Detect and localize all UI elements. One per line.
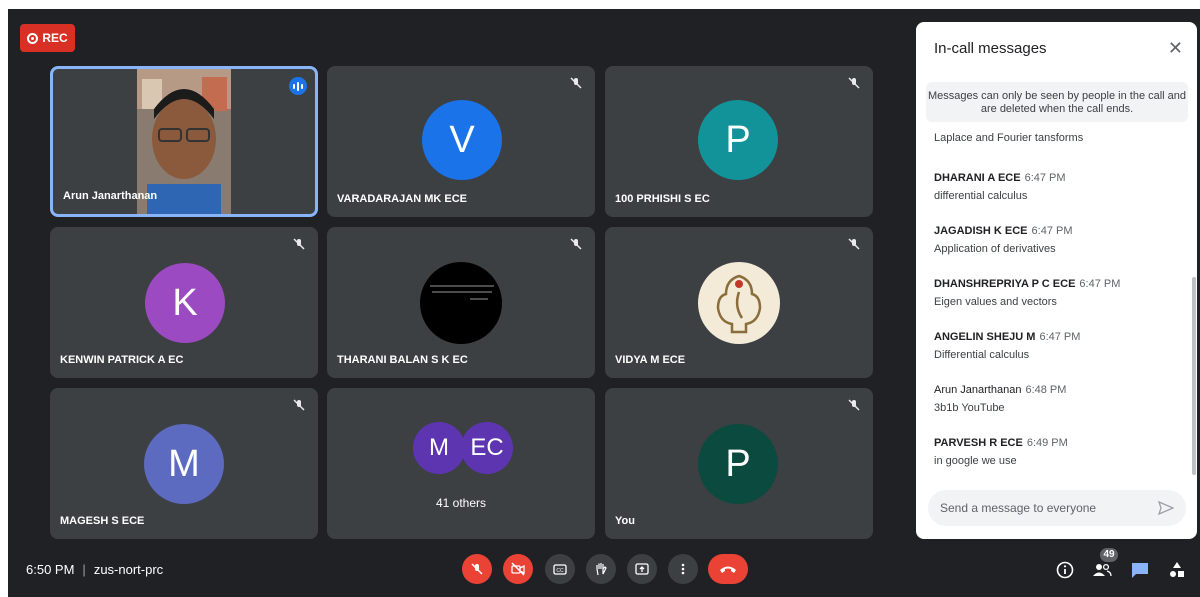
participant-tile-arun[interactable]: Arun Janarthanan bbox=[50, 66, 318, 217]
mic-off-icon bbox=[848, 238, 860, 250]
mic-off-icon bbox=[848, 77, 860, 89]
hand-icon bbox=[596, 563, 607, 576]
message-item: ANGELIN SHEJU M 6:47 PM Differential calc… bbox=[934, 327, 1080, 361]
people-button[interactable]: 49 bbox=[1090, 548, 1120, 582]
present-screen-button[interactable] bbox=[627, 554, 657, 584]
avatar: K bbox=[145, 263, 225, 343]
message-item: DHARANI A ECE 6:47 PM differential calcul… bbox=[934, 168, 1066, 202]
message-text: 3b1b YouTube bbox=[934, 402, 1005, 414]
avatar: V bbox=[422, 100, 502, 180]
message-text: Application of derivatives bbox=[934, 243, 1056, 255]
camera-off-icon bbox=[511, 562, 525, 576]
participant-tile-magesh[interactable]: M MAGESH S ECE bbox=[50, 388, 318, 539]
chat-panel: In-call messages ✕ Messages can only be … bbox=[916, 22, 1197, 539]
chat-notice: Messages can only be seen by people in t… bbox=[926, 82, 1188, 122]
people-count-badge: 49 bbox=[1100, 548, 1118, 562]
message-time: 6:47 PM bbox=[1024, 172, 1066, 184]
mic-off-icon bbox=[848, 399, 860, 411]
present-icon bbox=[635, 563, 649, 575]
message-sender: DHARANI A ECE bbox=[934, 172, 1021, 184]
recording-indicator: REC bbox=[20, 24, 75, 52]
clock: 6:50 PM bbox=[26, 562, 75, 577]
avatar: P bbox=[698, 100, 778, 180]
participant-tile-vidya[interactable]: VIDYA M ECE bbox=[605, 227, 873, 378]
divider: | bbox=[82, 562, 86, 577]
panel-title: In-call messages bbox=[934, 40, 1047, 57]
others-tile[interactable]: M EC 41 others bbox=[327, 388, 595, 539]
participant-name: VIDYA M ECE bbox=[615, 354, 686, 366]
activities-button[interactable] bbox=[1168, 561, 1186, 579]
closed-captions-icon: CC bbox=[553, 564, 567, 575]
message-partial: Laplace and Fourier tansforms bbox=[934, 132, 1083, 144]
mic-off-icon bbox=[471, 563, 483, 575]
message-item: JAGADISH K ECE 6:47 PM Application of der… bbox=[934, 221, 1073, 255]
avatar: M bbox=[144, 424, 224, 504]
message-text: Laplace and Fourier tansforms bbox=[934, 132, 1084, 144]
svg-text:CC: CC bbox=[556, 568, 564, 574]
avatar: P bbox=[698, 424, 778, 504]
participant-tile-kenwin[interactable]: K KENWIN PATRICK A EC bbox=[50, 227, 318, 378]
participant-tile-prhishi[interactable]: P 100 PRHISHI S EC bbox=[605, 66, 873, 217]
mic-off-icon bbox=[570, 77, 582, 89]
chat-input[interactable]: Send a message to everyone bbox=[928, 490, 1186, 526]
others-avatar: EC bbox=[461, 422, 513, 474]
message-scrollbar[interactable] bbox=[1192, 277, 1196, 475]
captions-button[interactable]: CC bbox=[545, 554, 575, 584]
meeting-details-button[interactable] bbox=[1056, 561, 1074, 579]
people-icon bbox=[1093, 563, 1112, 577]
message-text: differential calculus bbox=[934, 190, 1028, 202]
message-sender: DHANSHREPRIYA P C ECE bbox=[934, 278, 1076, 290]
profile-photo bbox=[420, 262, 502, 344]
message-item: PARVESH R ECE 6:49 PM in google we use bbox=[934, 433, 1068, 467]
participant-tile-you[interactable]: P You bbox=[605, 388, 873, 539]
chat-button[interactable] bbox=[1131, 561, 1149, 579]
message-time: 6:48 PM bbox=[1025, 384, 1067, 396]
participant-name: KENWIN PATRICK A EC bbox=[60, 354, 184, 366]
message-text: in google we use bbox=[934, 455, 1017, 467]
more-options-button[interactable] bbox=[668, 554, 698, 584]
participant-tile-varadarajan[interactable]: V VARADARAJAN MK ECE bbox=[327, 66, 595, 217]
message-item: DHANSHREPRIYA P C ECE 6:47 PM Eigen value… bbox=[934, 274, 1120, 308]
message-time: 6:47 PM bbox=[1079, 278, 1121, 290]
participant-name: MAGESH S ECE bbox=[60, 515, 145, 527]
message-text: Differential calculus bbox=[934, 349, 1030, 361]
send-icon[interactable] bbox=[1158, 500, 1174, 516]
record-icon bbox=[27, 32, 39, 44]
others-avatar: M bbox=[413, 422, 465, 474]
raise-hand-button[interactable] bbox=[586, 554, 616, 584]
message-list[interactable]: Laplace and Fourier tansforms DHARANI A … bbox=[916, 128, 1186, 488]
mic-off-icon bbox=[570, 238, 582, 250]
meeting-code: zus-nort-prc bbox=[93, 562, 164, 577]
message-text: Eigen values and vectors bbox=[934, 296, 1057, 308]
message-sender: Arun Janarthanan bbox=[934, 384, 1022, 396]
message-item: Arun Janarthanan 6:48 PM 3b1b YouTube bbox=[934, 380, 1066, 414]
participant-name: THARANI BALAN S K EC bbox=[337, 354, 468, 366]
message-time: 6:47 PM bbox=[1031, 225, 1073, 237]
mic-off-icon bbox=[293, 238, 305, 250]
mic-toggle-button[interactable] bbox=[462, 554, 492, 584]
message-sender: ANGELIN SHEJU M bbox=[934, 331, 1036, 343]
close-icon[interactable]: ✕ bbox=[1168, 38, 1183, 59]
speaking-indicator-icon bbox=[289, 77, 307, 95]
hang-up-icon bbox=[720, 566, 736, 573]
chat-input-placeholder: Send a message to everyone bbox=[940, 501, 1097, 515]
mic-off-icon bbox=[293, 399, 305, 411]
participant-tile-tharani[interactable]: THARANI BALAN S K EC bbox=[327, 227, 595, 378]
message-time: 6:47 PM bbox=[1039, 331, 1081, 343]
message-sender: JAGADISH K ECE bbox=[934, 225, 1028, 237]
profile-photo bbox=[698, 262, 780, 344]
more-vert-icon bbox=[681, 563, 685, 575]
participant-name: 100 PRHISHI S EC bbox=[615, 193, 710, 205]
leave-call-button[interactable] bbox=[708, 554, 748, 584]
participant-name: VARADARAJAN MK ECE bbox=[337, 193, 467, 205]
participant-name: Arun Janarthanan bbox=[63, 190, 158, 202]
message-time: 6:49 PM bbox=[1026, 437, 1068, 449]
message-sender: PARVESH R ECE bbox=[934, 437, 1023, 449]
recording-label: REC bbox=[42, 31, 68, 45]
camera-toggle-button[interactable] bbox=[503, 554, 533, 584]
participant-name: You bbox=[615, 515, 635, 527]
others-count-label: 41 others bbox=[435, 496, 487, 510]
meeting-info: 6:50 PM | zus-nort-prc bbox=[26, 562, 163, 577]
